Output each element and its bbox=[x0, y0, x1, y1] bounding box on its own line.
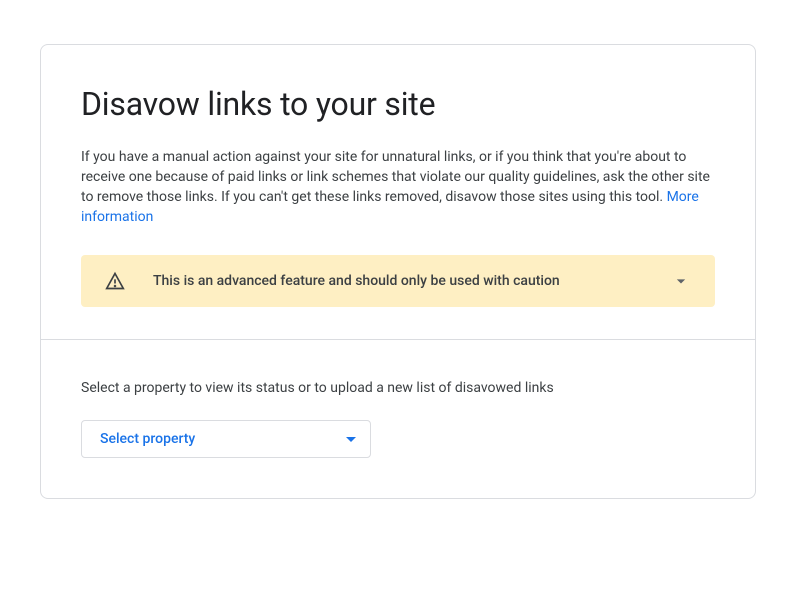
warning-banner[interactable]: This is an advanced feature and should o… bbox=[81, 255, 715, 307]
select-property-dropdown[interactable]: Select property bbox=[81, 420, 371, 458]
description: If you have a manual action against your… bbox=[81, 147, 715, 227]
top-section: Disavow links to your site If you have a… bbox=[41, 45, 755, 340]
select-property-value: Select property bbox=[100, 431, 195, 447]
description-text: If you have a manual action against your… bbox=[81, 149, 710, 205]
select-property-label: Select a property to view its status or … bbox=[81, 380, 715, 396]
warning-icon bbox=[105, 271, 125, 291]
disavow-card: Disavow links to your site If you have a… bbox=[40, 44, 756, 499]
chevron-down-icon bbox=[671, 271, 691, 291]
page-title: Disavow links to your site bbox=[81, 85, 715, 123]
caret-down-icon bbox=[346, 437, 356, 442]
warning-text: This is an advanced feature and should o… bbox=[153, 273, 671, 289]
bottom-section: Select a property to view its status or … bbox=[41, 340, 755, 498]
